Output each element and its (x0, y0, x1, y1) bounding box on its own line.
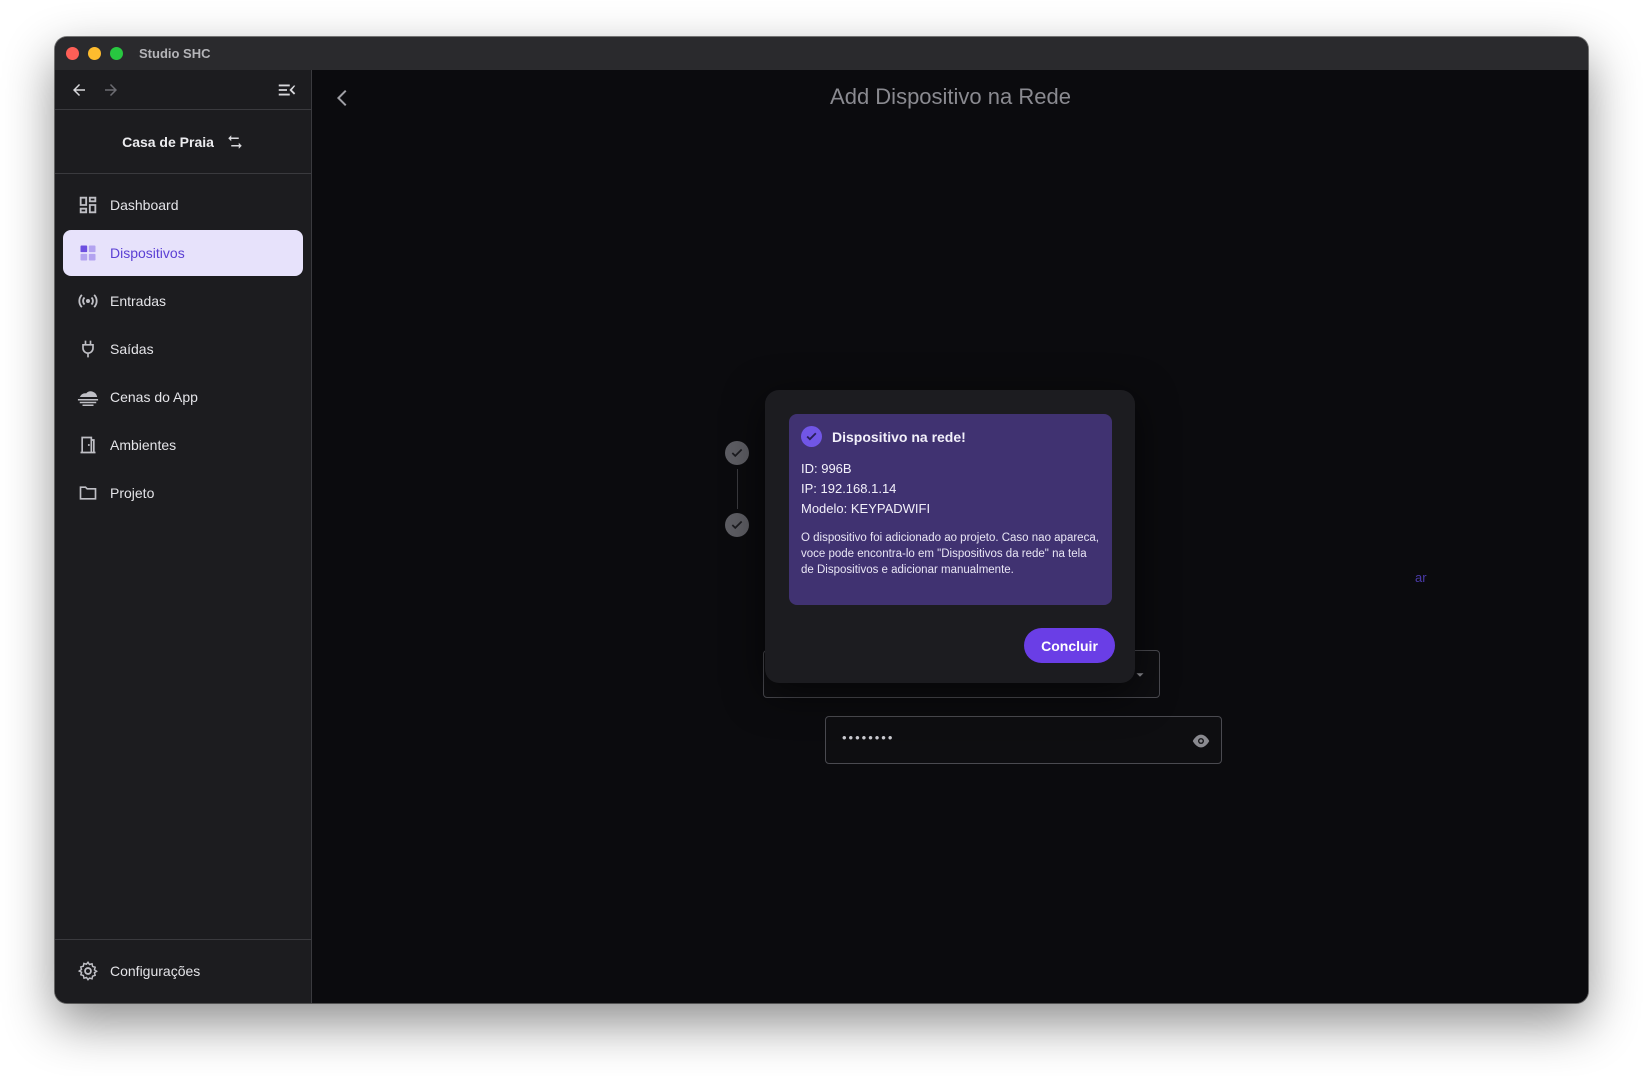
dropdown-arrow-icon (1136, 673, 1144, 677)
sidebar: Casa de Praia Dashboard Dispositivos Ent… (55, 70, 312, 1003)
check-icon (731, 448, 743, 458)
step-complete-2 (725, 513, 749, 537)
check-icon (731, 520, 743, 530)
alert-heading-row: Dispositivo na rede! (801, 426, 1100, 447)
history-forward-button[interactable] (95, 74, 127, 106)
step-connector (737, 469, 738, 509)
minimize-window-button[interactable] (88, 47, 101, 60)
sidebar-item-projeto[interactable]: Projeto (63, 470, 303, 516)
broadcast-icon (76, 289, 100, 313)
menu-collapse-icon (278, 84, 296, 96)
close-window-button[interactable] (66, 47, 79, 60)
folder-icon (76, 481, 100, 505)
app-window: Studio SHC Casa de Praia Dashboard Dispo… (55, 37, 1588, 1003)
check-circle-icon (801, 426, 822, 447)
concluir-button[interactable]: Concluir (1024, 628, 1115, 663)
sidebar-footer: Configurações (55, 939, 311, 1003)
sidebar-item-label: Configurações (110, 963, 201, 979)
alert-heading: Dispositivo na rede! (832, 428, 966, 445)
sidebar-item-dispositivos[interactable]: Dispositivos (63, 230, 303, 276)
history-back-button[interactable] (63, 74, 95, 106)
sidebar-item-entradas[interactable]: Entradas (63, 278, 303, 324)
arrow-left-icon (73, 83, 85, 96)
step-complete-1 (725, 441, 749, 465)
window-controls (66, 47, 123, 60)
success-alert: Dispositivo na rede! ID: 996B IP: 192.16… (789, 414, 1112, 605)
cloud-scene-icon (76, 385, 100, 409)
sidebar-item-dashboard[interactable]: Dashboard (63, 182, 303, 228)
sidebar-item-cenas-do-app[interactable]: Cenas do App (63, 374, 303, 420)
device-ip: IP: 192.168.1.14 (801, 481, 897, 496)
collapse-sidebar-button[interactable] (271, 74, 303, 106)
sidebar-item-ambientes[interactable]: Ambientes (63, 422, 303, 468)
sidebar-item-label: Entradas (110, 293, 167, 309)
device-details: ID: 996B IP: 192.168.1.14 Modelo: KEYPAD… (801, 459, 1100, 519)
alert-description: O dispositivo foi adicionado ao projeto.… (801, 532, 1099, 576)
swap-icon (228, 134, 242, 149)
sidebar-item-label: Dashboard (110, 197, 179, 213)
arrow-right-icon (105, 83, 117, 96)
dashboard-icon (76, 193, 100, 217)
device-added-dialog: Dispositivo na rede! ID: 996B IP: 192.16… (765, 390, 1135, 683)
toggle-password-visibility[interactable] (1187, 727, 1215, 755)
sidebar-item-label: Cenas do App (110, 389, 198, 405)
device-model: Modelo: KEYPADWIFI (801, 501, 931, 516)
project-switcher[interactable]: Casa de Praia (55, 110, 311, 174)
devices-icon (76, 241, 100, 265)
window-title: Studio SHC (139, 46, 211, 61)
device-id: ID: 996B (801, 461, 852, 476)
password-field[interactable]: •••••••• (825, 716, 1222, 764)
sidebar-item-label: Projeto (110, 485, 155, 501)
eye-icon (1192, 734, 1210, 748)
sidebar-item-label: Dispositivos (110, 245, 185, 261)
page-title: Add Dispositivo na Rede (830, 84, 1071, 109)
gear-icon (76, 959, 100, 983)
title-bar: Studio SHC (55, 37, 1588, 70)
sidebar-item-label: Ambientes (110, 437, 177, 453)
sidebar-menu: Dashboard Dispositivos Entradas Saídas C… (55, 174, 311, 516)
sidebar-item-configuracoes[interactable]: Configurações (63, 948, 303, 994)
plug-icon (76, 337, 100, 361)
sidebar-item-saidas[interactable]: Saídas (63, 326, 303, 372)
zoom-window-button[interactable] (110, 47, 123, 60)
password-value: •••••••• (842, 730, 895, 745)
project-name: Casa de Praia (122, 133, 214, 150)
sidebar-navigation-bar (55, 70, 311, 110)
sidebar-item-label: Saídas (110, 341, 154, 357)
partial-link-text[interactable]: ar (1415, 570, 1427, 585)
door-icon (76, 433, 100, 457)
